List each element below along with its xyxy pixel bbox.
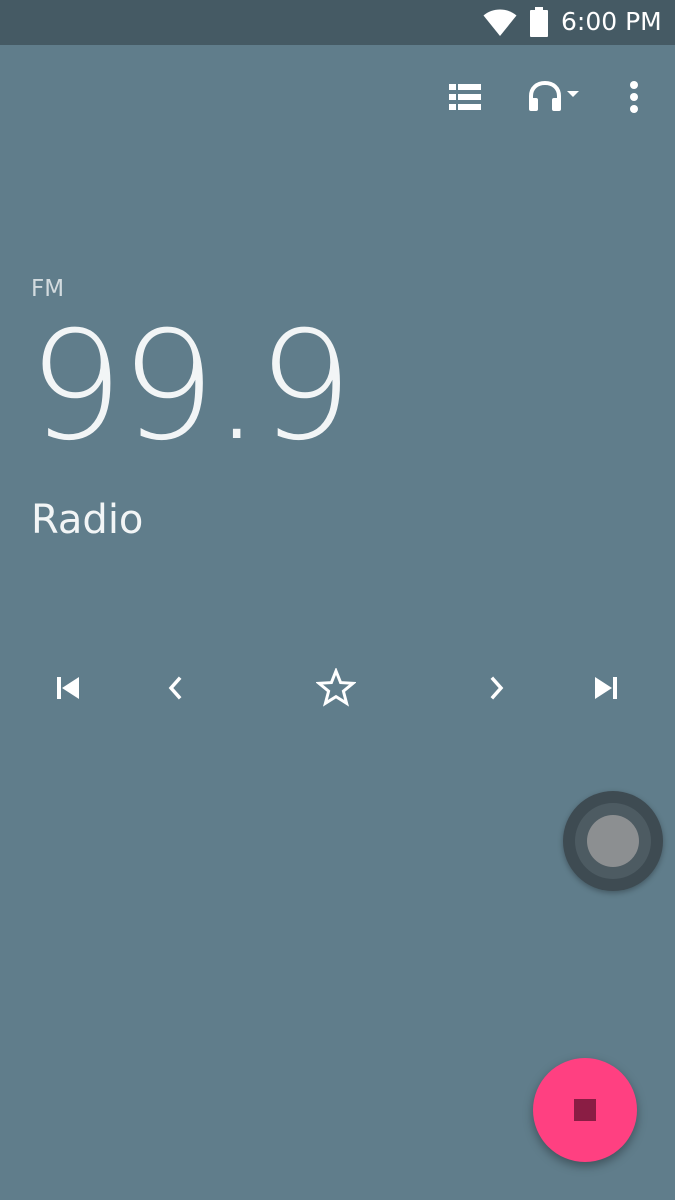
more-options-button[interactable]: [612, 72, 656, 122]
chevron-left-icon: [168, 676, 182, 700]
wifi-icon: [483, 9, 517, 36]
status-bar: 6:00 PM: [0, 0, 675, 45]
audio-output-button[interactable]: [522, 72, 584, 122]
headphones-icon: [528, 81, 561, 111]
frequency-display: 99.9: [28, 300, 353, 474]
assistive-touch-button[interactable]: [563, 791, 663, 891]
stop-icon: [574, 1099, 596, 1121]
seek-previous-button[interactable]: [40, 660, 96, 716]
station-name: Radio: [31, 497, 144, 543]
skip-previous-icon: [57, 677, 79, 699]
tune-up-button[interactable]: [469, 660, 525, 716]
assistive-touch-dot: [587, 815, 639, 867]
status-time: 6:00 PM: [561, 7, 662, 36]
station-list-button[interactable]: [443, 72, 487, 122]
favorite-button[interactable]: [308, 660, 364, 716]
stop-button[interactable]: [533, 1058, 637, 1162]
skip-next-icon: [595, 677, 617, 699]
more-vert-icon: [630, 81, 638, 113]
tune-down-button[interactable]: [147, 660, 203, 716]
station-list-icon: [449, 84, 481, 110]
dropdown-arrow-icon: [566, 91, 579, 97]
battery-icon: [530, 7, 548, 37]
chevron-right-icon: [490, 676, 504, 700]
star-outline-icon: [316, 668, 356, 707]
seek-next-button[interactable]: [578, 660, 634, 716]
